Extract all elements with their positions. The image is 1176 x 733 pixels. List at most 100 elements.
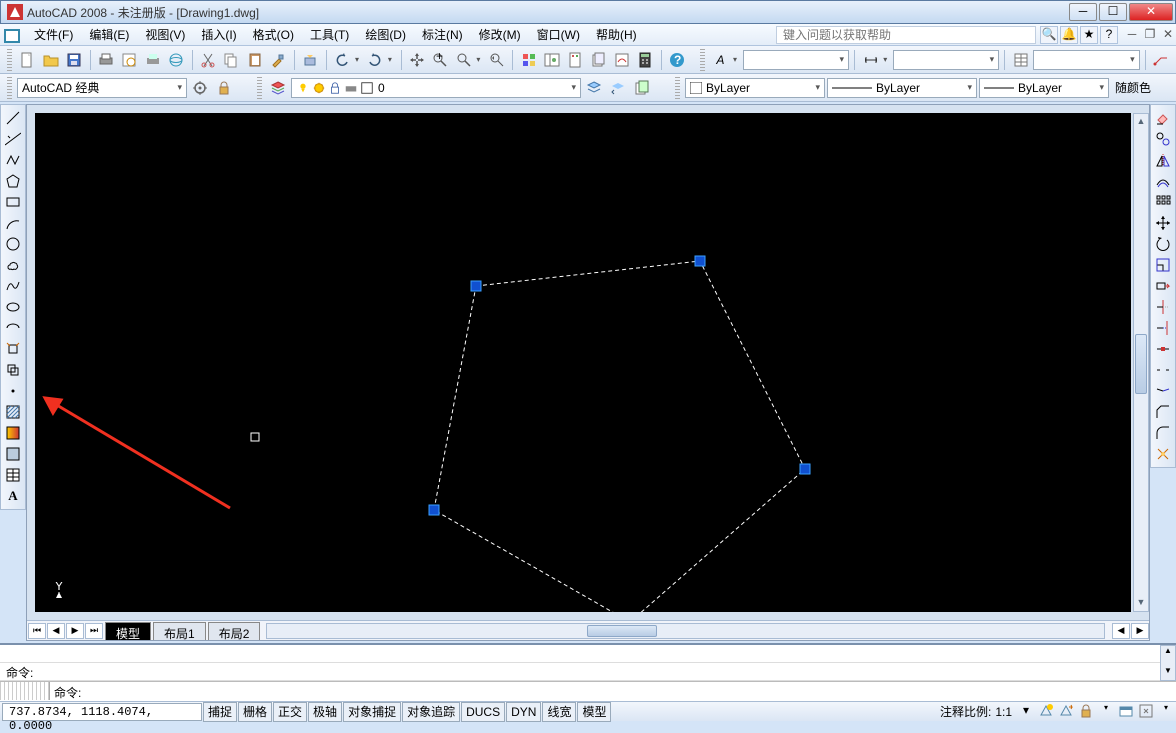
command-input[interactable] <box>85 682 1176 701</box>
circle-tool[interactable] <box>3 234 23 254</box>
menu-文件f[interactable]: 文件(F) <box>26 26 81 44</box>
zoom-dropdown[interactable]: ▾ <box>476 55 484 64</box>
search-icon[interactable]: 🔍 <box>1040 26 1058 44</box>
menu-编辑e[interactable]: 编辑(E) <box>81 26 137 44</box>
text-style-combo[interactable]: ▾ <box>743 50 849 70</box>
polygon-tool[interactable] <box>3 171 23 191</box>
status-toggle-正交[interactable]: 正交 <box>273 702 307 722</box>
tab-layout1[interactable]: 布局1 <box>153 622 206 640</box>
doc-restore-button[interactable]: ❐ <box>1142 28 1158 42</box>
toolbar-lock-button[interactable] <box>213 77 235 99</box>
join-tool[interactable] <box>1153 381 1173 401</box>
break-at-point-tool[interactable] <box>1153 339 1173 359</box>
break-tool[interactable] <box>1153 360 1173 380</box>
undo-button[interactable] <box>332 49 353 71</box>
qnew-button[interactable] <box>17 49 38 71</box>
paste-button[interactable] <box>244 49 265 71</box>
region-tool[interactable] <box>3 444 23 464</box>
doc-sys-icon[interactable] <box>4 28 20 42</box>
pan-button[interactable] <box>407 49 428 71</box>
move-tool[interactable] <box>1153 213 1173 233</box>
point-tool[interactable] <box>3 381 23 401</box>
menu-工具t[interactable]: 工具(T) <box>302 26 357 44</box>
undo-dropdown[interactable]: ▾ <box>355 55 363 64</box>
layer-previous-button[interactable] <box>607 77 629 99</box>
help-icon[interactable]: ? <box>1100 26 1118 44</box>
plot-preview-button[interactable] <box>119 49 140 71</box>
tab-first-button[interactable]: ⏮ <box>28 623 46 639</box>
scroll-thumb-v[interactable] <box>1135 334 1147 394</box>
insert-block-tool[interactable] <box>3 339 23 359</box>
toolbar-lock-icon[interactable] <box>1077 703 1095 721</box>
ellipse-arc-tool[interactable] <box>3 318 23 338</box>
scroll-left-arrow[interactable]: ◀ <box>1112 623 1130 639</box>
table-style-combo[interactable]: ▾ <box>1033 50 1139 70</box>
properties-button[interactable] <box>518 49 539 71</box>
status-toggle-DUCS[interactable]: DUCS <box>461 702 505 722</box>
vertical-scrollbar[interactable]: ▲ ▼ <box>1133 113 1149 612</box>
stretch-tool[interactable] <box>1153 276 1173 296</box>
open-button[interactable] <box>40 49 61 71</box>
minimize-button[interactable]: ─ <box>1069 3 1097 21</box>
comm-center-icon[interactable]: 🔔 <box>1060 26 1078 44</box>
mtext-tool[interactable]: A <box>3 486 23 506</box>
toolbar-grip[interactable] <box>675 77 680 99</box>
mleader-style-button[interactable] <box>1151 49 1172 71</box>
toolbar-lock-dropdown[interactable]: ▾ <box>1097 703 1115 721</box>
status-toggle-栅格[interactable]: 栅格 <box>238 702 272 722</box>
zoom-previous-button[interactable] <box>486 49 507 71</box>
sheet-set-button[interactable] <box>588 49 609 71</box>
gradient-tool[interactable] <box>3 423 23 443</box>
horizontal-scrollbar[interactable] <box>266 623 1105 639</box>
close-button[interactable]: ✕ <box>1129 3 1173 21</box>
xline-tool[interactable] <box>3 129 23 149</box>
lineweight-combo[interactable]: ByLayer▾ <box>979 78 1109 98</box>
favorites-icon[interactable]: ★ <box>1080 26 1098 44</box>
menu-视图v[interactable]: 视图(V) <box>137 26 193 44</box>
toolbar-grip[interactable] <box>257 77 262 99</box>
menu-插入i[interactable]: 插入(I) <box>193 26 244 44</box>
tab-prev-button[interactable]: ◀ <box>47 623 65 639</box>
doc-close-button[interactable]: ✕ <box>1160 28 1176 42</box>
array-tool[interactable] <box>1153 192 1173 212</box>
ellipse-tool[interactable] <box>3 297 23 317</box>
save-button[interactable] <box>63 49 84 71</box>
status-toggle-线宽[interactable]: 线宽 <box>542 702 576 722</box>
layer-states-button[interactable] <box>583 77 605 99</box>
redo-dropdown[interactable]: ▾ <box>388 55 396 64</box>
menu-标注n[interactable]: 标注(N) <box>414 26 471 44</box>
spline-tool[interactable] <box>3 276 23 296</box>
status-toggle-模型[interactable]: 模型 <box>577 702 611 722</box>
make-block-tool[interactable] <box>3 360 23 380</box>
layer-combo[interactable]: 0▾ <box>291 78 581 98</box>
rotate-tool[interactable] <box>1153 234 1173 254</box>
menu-帮助h[interactable]: 帮助(H) <box>588 26 645 44</box>
tool-palettes-button[interactable] <box>565 49 586 71</box>
polyline-tool[interactable] <box>3 150 23 170</box>
markup-button[interactable] <box>611 49 632 71</box>
anno-autoscale-icon[interactable] <box>1057 703 1075 721</box>
toolbar-grip[interactable] <box>7 49 12 71</box>
offset-tool[interactable] <box>1153 171 1173 191</box>
command-v-scroll[interactable]: ▲ ▼ <box>1160 645 1176 681</box>
dimstyle-dropdown[interactable]: ▾ <box>883 55 891 64</box>
table-tool[interactable] <box>3 465 23 485</box>
print-button[interactable] <box>96 49 117 71</box>
redo-button[interactable] <box>365 49 386 71</box>
cut-button[interactable] <box>198 49 219 71</box>
block-editor-button[interactable] <box>299 49 320 71</box>
rectangle-tool[interactable] <box>3 192 23 212</box>
doc-minimize-button[interactable]: ─ <box>1124 28 1140 42</box>
scroll-up-arrow[interactable]: ▲ <box>1134 114 1148 130</box>
match-prop-button[interactable] <box>267 49 288 71</box>
coordinate-display[interactable]: 737.8734, 1118.4074, 0.0000 <box>2 703 202 721</box>
quickcalc-button[interactable] <box>634 49 655 71</box>
maximize-button[interactable]: ☐ <box>1099 3 1127 21</box>
erase-tool[interactable] <box>1153 108 1173 128</box>
annoscale-value[interactable]: 1:1 <box>991 705 1016 719</box>
help-button2[interactable]: ? <box>667 49 688 71</box>
scale-tool[interactable] <box>1153 255 1173 275</box>
publish-button[interactable] <box>142 49 163 71</box>
line-tool[interactable] <box>3 108 23 128</box>
scroll-thumb-h[interactable] <box>587 625 657 637</box>
